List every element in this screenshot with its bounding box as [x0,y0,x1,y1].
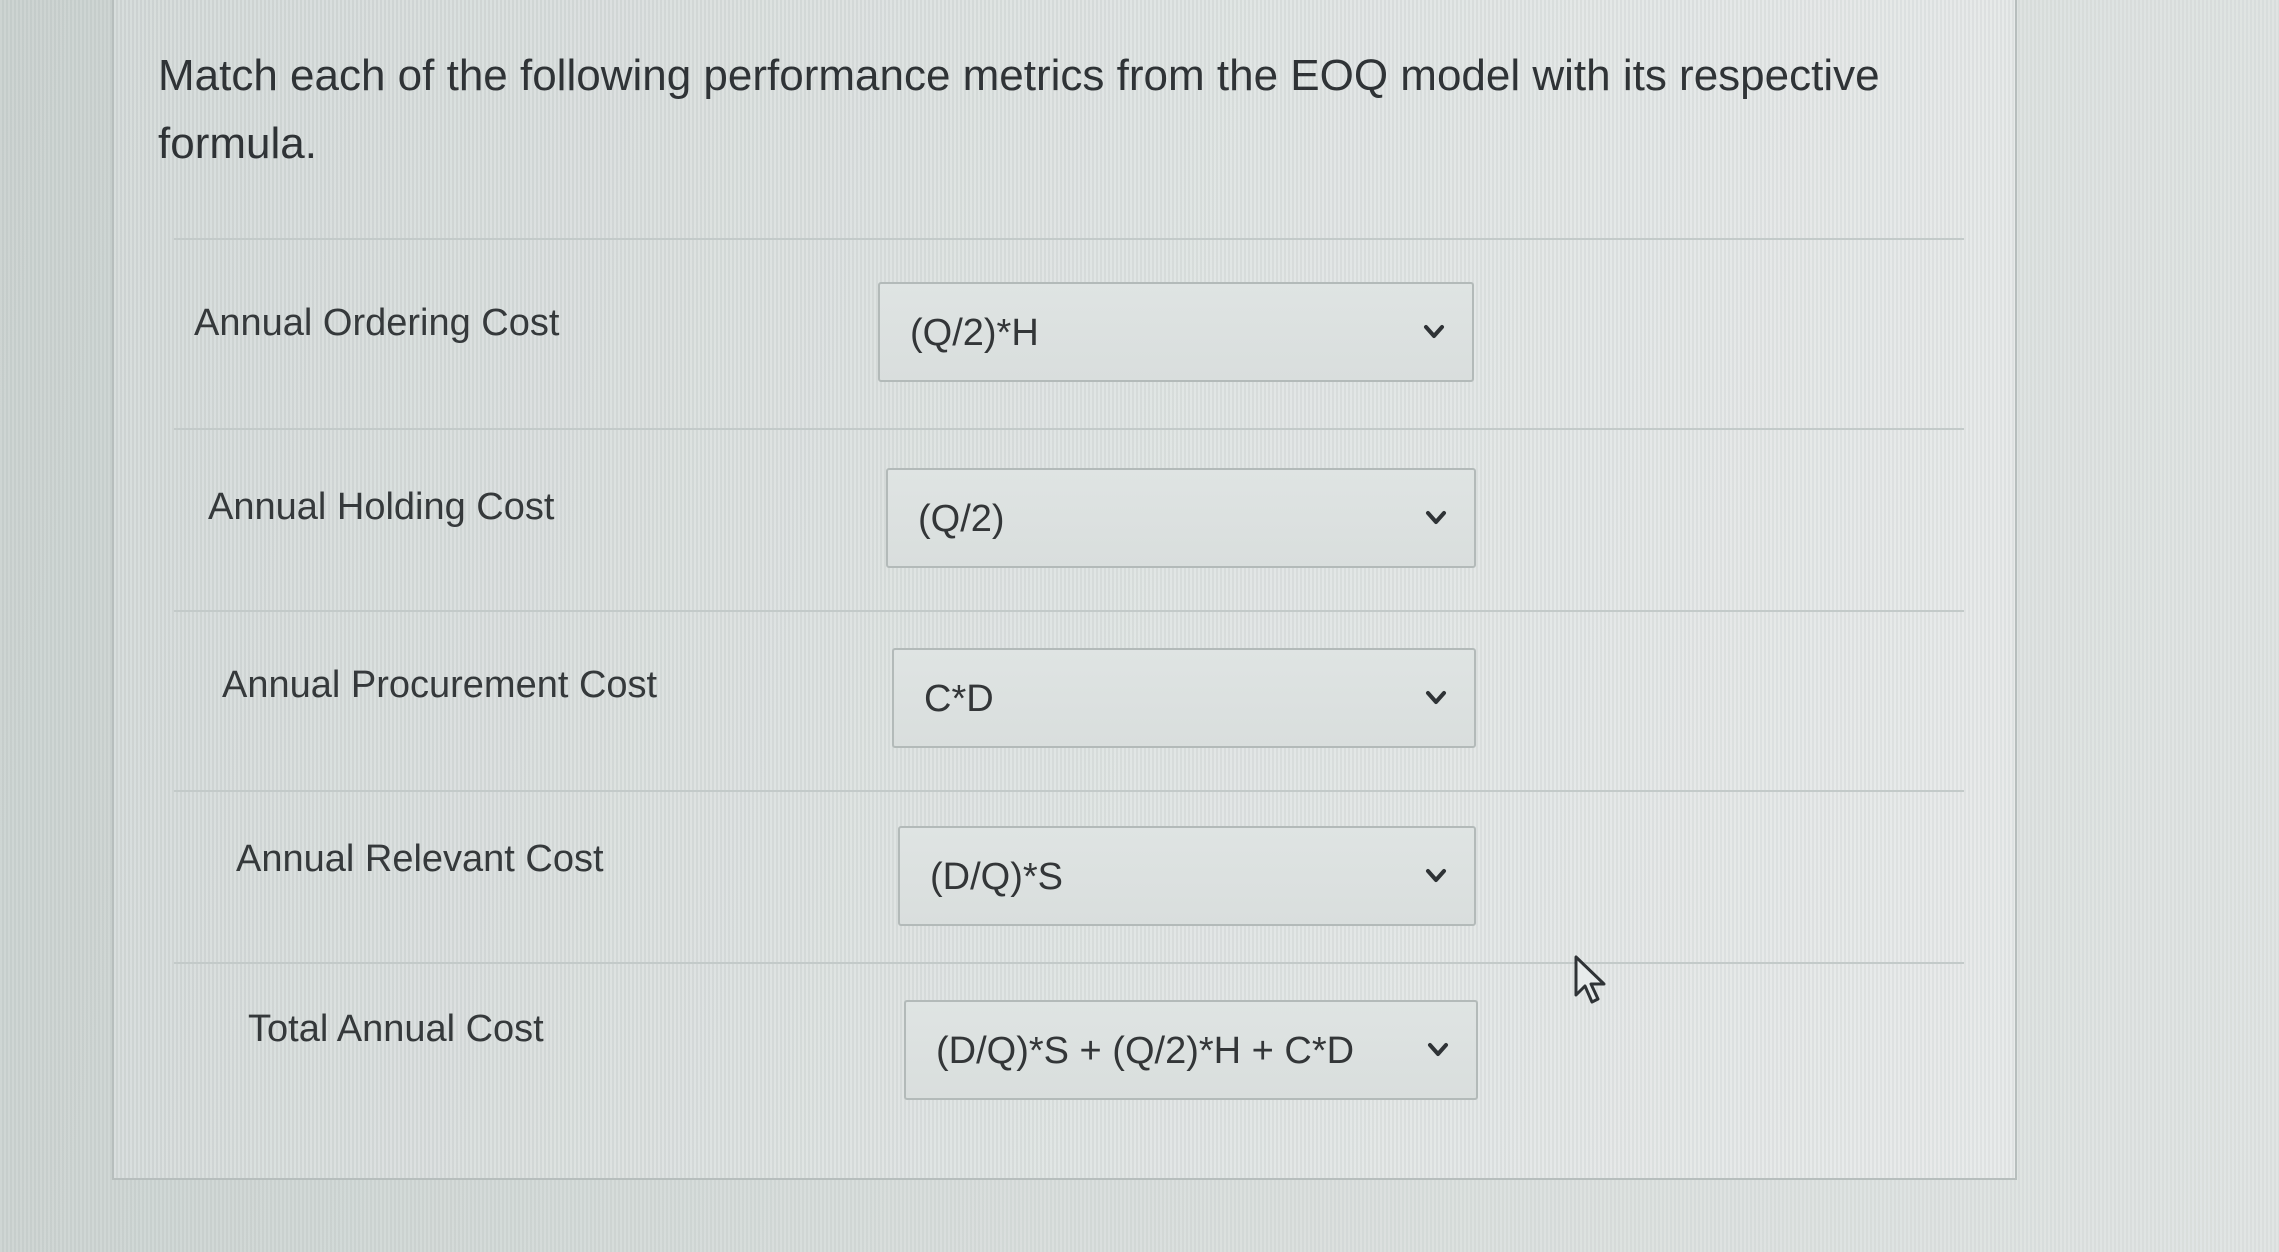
divider [174,962,1964,964]
row-label-annual-relevant-cost: Annual Relevant Cost [236,838,604,880]
chevron-down-icon [1426,511,1446,524]
row-label-total-annual-cost: Total Annual Cost [248,1008,544,1050]
select-value: (D/Q)*S + (Q/2)*H + C*D [936,1030,1355,1072]
mouse-cursor-icon [1574,955,1606,1004]
select-annual-relevant-cost[interactable]: (D/Q)*S [898,826,1476,926]
select-annual-ordering-cost[interactable]: (Q/2)*H [878,282,1474,382]
chevron-down-icon [1426,869,1446,882]
chevron-down-icon [1426,691,1446,704]
divider [174,238,1964,240]
row-label-annual-procurement-cost: Annual Procurement Cost [222,664,658,706]
divider [174,428,1964,430]
chevron-down-icon [1428,1043,1448,1056]
select-value: C*D [924,678,994,720]
row-label-annual-holding-cost: Annual Holding Cost [208,486,555,528]
select-value: (Q/2)*H [910,312,1039,354]
question-card: Match each of the following performance … [112,0,2017,1180]
select-annual-holding-cost[interactable]: (Q/2) [886,468,1476,568]
select-total-annual-cost[interactable]: (D/Q)*S + (Q/2)*H + C*D [904,1000,1478,1100]
select-value: (Q/2) [918,498,1005,540]
question-text: Match each of the following performance … [158,51,1880,168]
divider [174,610,1964,612]
page: Match each of the following performance … [0,0,2279,1252]
select-value: (D/Q)*S [930,856,1063,898]
row-label-annual-ordering-cost: Annual Ordering Cost [194,302,560,344]
divider [174,790,1964,792]
chevron-down-icon [1424,325,1444,338]
select-annual-procurement-cost[interactable]: C*D [892,648,1476,748]
